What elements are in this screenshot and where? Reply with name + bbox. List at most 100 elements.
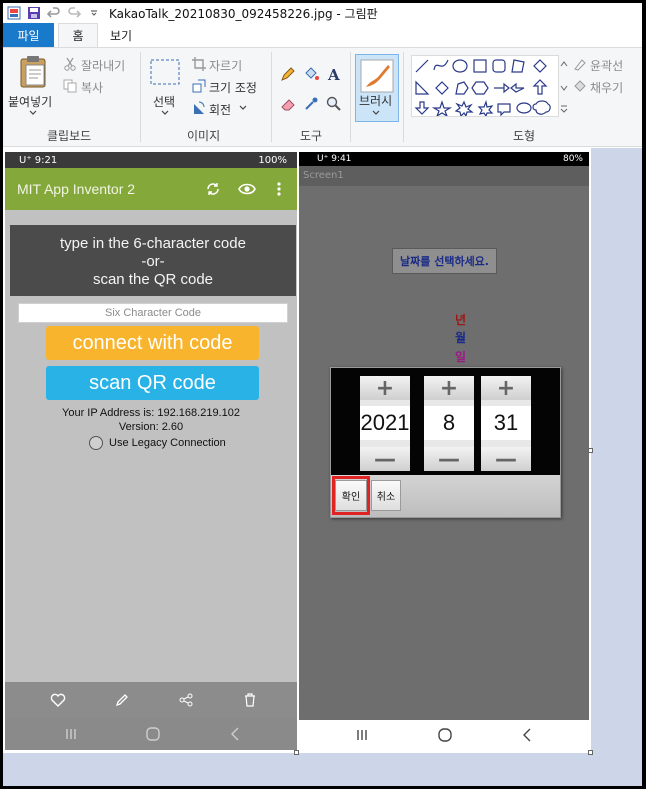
group-divider bbox=[350, 52, 351, 142]
resize-button[interactable]: 크기 조정 bbox=[209, 79, 257, 96]
select-date-button[interactable]: 날짜를 선택하세요. bbox=[392, 248, 497, 274]
eye-icon[interactable] bbox=[238, 180, 256, 198]
cut-button[interactable]: 잘라내기 bbox=[81, 57, 125, 74]
save-icon[interactable] bbox=[25, 4, 43, 22]
screen-title-bar: Screen1 bbox=[299, 166, 589, 186]
brushes-label: 브러시 bbox=[359, 94, 393, 108]
select-dropdown-icon[interactable] bbox=[160, 108, 170, 118]
tab-file[interactable]: 파일 bbox=[3, 23, 54, 47]
home-icon[interactable] bbox=[145, 726, 161, 742]
fill-icon[interactable] bbox=[573, 79, 587, 93]
resize-icon[interactable] bbox=[192, 79, 206, 93]
back-icon[interactable] bbox=[519, 727, 535, 743]
day-increment-button[interactable]: + bbox=[481, 376, 531, 401]
canvas-resize-handle[interactable] bbox=[588, 750, 593, 755]
pencil-icon[interactable] bbox=[279, 65, 297, 83]
connect-with-code-button[interactable]: connect with code bbox=[46, 326, 259, 360]
group-divider bbox=[140, 52, 141, 142]
back-icon[interactable] bbox=[227, 726, 243, 742]
version-text: Version: 2.60 bbox=[118, 421, 184, 433]
canvas-area[interactable]: U⁺ 9:21 100% MIT App Inventor 2 type in … bbox=[3, 148, 642, 786]
share-icon[interactable] bbox=[177, 691, 195, 709]
month-value: 8 bbox=[424, 406, 474, 440]
scan-qr-code-button[interactable]: scan QR code bbox=[46, 366, 259, 400]
month-increment-button[interactable]: + bbox=[424, 376, 474, 401]
rotate-icon[interactable] bbox=[192, 101, 206, 115]
undo-icon[interactable] bbox=[45, 4, 63, 22]
magnifier-icon[interactable] bbox=[325, 95, 343, 113]
paste-icon[interactable] bbox=[17, 54, 49, 90]
canvas-resize-handle[interactable] bbox=[588, 448, 593, 453]
shapes-gallery[interactable] bbox=[411, 55, 559, 117]
phone-screenshot-date-picker: U⁺ 9:41 80% Screen1 날짜를 선택하세요. 년 월 일 이 +… bbox=[299, 152, 589, 750]
copy-icon[interactable] bbox=[63, 79, 77, 93]
select-icon[interactable] bbox=[149, 58, 181, 86]
android-nav-bar bbox=[5, 718, 297, 750]
tab-view[interactable]: 보기 bbox=[101, 23, 141, 47]
home-icon[interactable] bbox=[437, 727, 453, 743]
day-decrement-button[interactable]: — bbox=[481, 447, 531, 472]
legacy-connection-radio[interactable] bbox=[89, 436, 103, 450]
six-character-code-input[interactable]: Six Character Code bbox=[18, 303, 288, 323]
crop-icon[interactable] bbox=[192, 57, 206, 71]
outline-button[interactable]: 윤곽선 bbox=[590, 57, 623, 74]
month-label: 월 bbox=[455, 331, 467, 345]
canvas-resize-handle[interactable] bbox=[294, 750, 299, 755]
instruction-line: scan the QR code bbox=[92, 271, 214, 288]
status-bar: U⁺ 9:41 80% bbox=[299, 152, 589, 166]
year-decrement-button[interactable]: — bbox=[360, 447, 410, 472]
svg-text:A: A bbox=[327, 66, 340, 82]
refresh-icon[interactable] bbox=[204, 180, 222, 198]
copy-button[interactable]: 복사 bbox=[81, 79, 103, 96]
year-value: 2021 bbox=[360, 406, 410, 440]
status-battery: 80% bbox=[562, 154, 583, 164]
ok-button[interactable]: 확인 bbox=[335, 480, 367, 511]
paste-dropdown-icon[interactable] bbox=[28, 108, 38, 118]
date-picker-wheels: + 2021 — + 8 — + 31 — bbox=[331, 368, 560, 475]
status-bar: U⁺ 9:21 100% bbox=[5, 152, 297, 168]
tab-home[interactable]: 홈 bbox=[58, 23, 98, 47]
cut-icon[interactable] bbox=[63, 57, 77, 71]
eraser-icon[interactable] bbox=[279, 95, 297, 113]
recent-apps-icon[interactable] bbox=[63, 726, 79, 742]
status-time: U⁺ 9:21 bbox=[19, 154, 58, 166]
date-picker-dialog: + 2021 — + 8 — + 31 — 확인 취소 bbox=[330, 367, 561, 518]
ip-address-text: Your IP Address is: 192.168.219.102 bbox=[62, 407, 240, 419]
shapes-group-label: 도형 bbox=[513, 129, 536, 143]
cancel-button[interactable]: 취소 bbox=[371, 480, 401, 511]
rotate-dropdown-icon[interactable] bbox=[238, 103, 248, 113]
fill-bucket-icon[interactable] bbox=[302, 65, 320, 83]
image-canvas[interactable]: U⁺ 9:21 100% MIT App Inventor 2 type in … bbox=[3, 148, 593, 755]
bottom-action-bar bbox=[5, 682, 297, 718]
heart-icon[interactable] bbox=[49, 691, 67, 709]
legacy-connection-option[interactable]: Use Legacy Connection bbox=[89, 436, 226, 450]
day-value: 31 bbox=[481, 406, 531, 440]
legacy-connection-label: Use Legacy Connection bbox=[109, 437, 226, 449]
ribbon-tabs: 파일 홈 보기 bbox=[3, 23, 642, 47]
window-title: KakaoTalk_20210830_092458226.jpg - 그림판 bbox=[109, 6, 378, 21]
color-picker-icon[interactable] bbox=[302, 95, 320, 113]
delete-icon[interactable] bbox=[241, 691, 259, 709]
month-decrement-button[interactable]: — bbox=[424, 447, 474, 472]
shapes-scroll-icon[interactable] bbox=[559, 55, 569, 117]
phone-screenshot-app-inventor: U⁺ 9:21 100% MIT App Inventor 2 type in … bbox=[5, 152, 297, 750]
instruction-line: type in the 6-character code bbox=[60, 235, 246, 252]
title-bar: KakaoTalk_20210830_092458226.jpg - 그림판 bbox=[3, 3, 642, 23]
year-increment-button[interactable]: + bbox=[360, 376, 410, 401]
more-vertical-icon[interactable] bbox=[270, 180, 288, 198]
day-label: 일 bbox=[455, 350, 467, 364]
ribbon: 붙여넣기 잘라내기 복사 클립보드 선택 자르기 크기 조정 회전 이미지 A … bbox=[3, 47, 642, 147]
rotate-button[interactable]: 회전 bbox=[209, 101, 231, 118]
group-divider bbox=[271, 52, 272, 142]
brushes-dropdown-icon[interactable] bbox=[371, 108, 381, 118]
quick-access-dropdown-icon[interactable] bbox=[85, 4, 103, 22]
group-divider bbox=[403, 52, 404, 142]
recent-apps-icon[interactable] bbox=[354, 727, 370, 743]
fill-button[interactable]: 채우기 bbox=[590, 79, 623, 96]
outline-icon[interactable] bbox=[573, 57, 587, 71]
redo-icon[interactable] bbox=[65, 4, 83, 22]
app-title: MIT App Inventor 2 bbox=[17, 181, 136, 197]
edit-icon[interactable] bbox=[113, 691, 131, 709]
crop-button[interactable]: 자르기 bbox=[209, 57, 242, 74]
text-icon[interactable]: A bbox=[325, 65, 343, 83]
